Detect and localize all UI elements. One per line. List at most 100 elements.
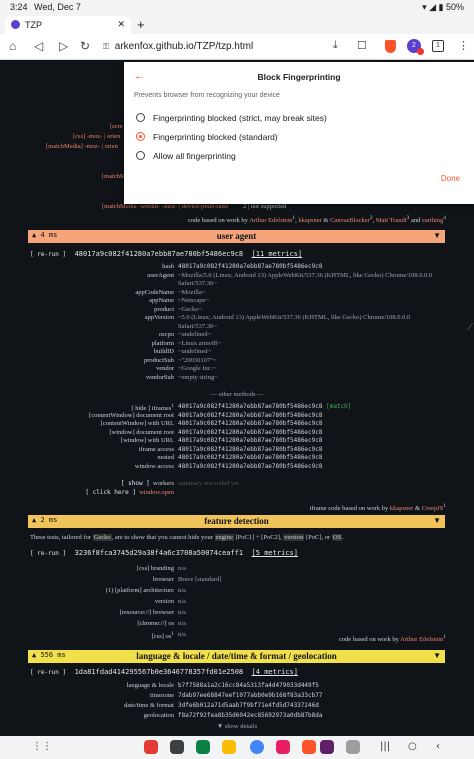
data-row: date/time & format 3dfe6b012a71d5aab7f9bf… bbox=[0, 701, 474, 711]
row-key: hash bbox=[162, 263, 174, 270]
app-icon[interactable] bbox=[144, 740, 158, 754]
section-title: feature detection bbox=[204, 516, 269, 526]
status-time: 3:24 bbox=[10, 2, 28, 12]
address-bar[interactable]: ⚿ arkenfox.github.io/TZP/tzp.html bbox=[103, 38, 283, 56]
data-row: buildID ~undefined~ bbox=[0, 348, 474, 357]
chrome-app-icon[interactable] bbox=[250, 740, 264, 754]
author-link[interactable]: CanvasBlocker bbox=[330, 217, 370, 224]
metrics-link[interactable]: [11 metrics] bbox=[252, 250, 303, 258]
collapse-icon[interactable]: ▼ bbox=[433, 231, 441, 240]
download-icon[interactable]: ⤓ bbox=[333, 39, 338, 52]
author-link[interactable]: earthing bbox=[422, 217, 443, 224]
author-link[interactable]: kkapsner bbox=[390, 505, 413, 512]
section-header-user-agent[interactable]: ▲ 4 ms user agent ▼ bbox=[28, 230, 445, 243]
radio-button[interactable] bbox=[136, 132, 145, 141]
home-icon[interactable]: ⌂ bbox=[9, 39, 16, 53]
status-date: Wed, Dec 7 bbox=[34, 2, 81, 12]
app-icon[interactable] bbox=[346, 740, 360, 754]
row-key: [window] with URL bbox=[120, 437, 174, 444]
section-header-language[interactable]: ▲ 556 ms language & locale / date/time &… bbox=[28, 650, 445, 663]
row-value: ~Netscape~ bbox=[178, 297, 209, 304]
more-menu-icon[interactable]: ⋮ bbox=[458, 39, 469, 52]
author-link[interactable]: CreepJS bbox=[422, 505, 444, 512]
back-icon[interactable]: ◁ bbox=[34, 39, 43, 53]
ua-other-methods: [ hide ] iframes1 48017a9c082f41280a7ebb8… bbox=[0, 403, 474, 471]
window-open-button[interactable]: [ click here ] bbox=[85, 489, 136, 496]
brave-app-icon[interactable] bbox=[302, 740, 316, 754]
row-key: [css] os1 bbox=[151, 631, 174, 641]
extension-icon[interactable]: 2 bbox=[407, 39, 424, 55]
collapse-icon[interactable]: ▼ bbox=[433, 651, 441, 660]
row-value: 7dab97ee68847eef1077abb0e9b168f83a33cb77 bbox=[178, 692, 323, 699]
row-value: Brave [standard] bbox=[178, 576, 222, 583]
row-key: vendorSub bbox=[145, 373, 174, 381]
fd-intro: These tests, tailored for Gecko, are to … bbox=[30, 534, 344, 541]
app-icon[interactable] bbox=[222, 740, 236, 754]
metrics-link[interactable]: [5 metrics] bbox=[252, 549, 298, 557]
data-row: oscpu ~undefined~ bbox=[0, 331, 474, 340]
row-value: ~"20030107"~ bbox=[178, 356, 217, 364]
slack-app-icon[interactable] bbox=[320, 740, 334, 754]
row-key: [css] branding bbox=[136, 565, 174, 572]
collapse-icon[interactable]: ▼ bbox=[433, 516, 441, 525]
data-row: hash 48017a9c082f41280a7ebb87ae780bf5486e… bbox=[0, 263, 474, 272]
done-button[interactable]: Done bbox=[441, 174, 460, 183]
tzp-favicon-icon bbox=[11, 20, 20, 29]
radio-button[interactable] bbox=[136, 113, 145, 122]
other-methods-label: — other methods — bbox=[210, 391, 264, 398]
extension-badge bbox=[417, 48, 424, 55]
close-tab-icon[interactable]: ✕ bbox=[117, 19, 125, 30]
app-icon[interactable] bbox=[170, 740, 184, 754]
author-link[interactable]: Arthur Edelstein bbox=[249, 217, 292, 224]
radio-button[interactable] bbox=[136, 151, 145, 160]
scroll-handle[interactable]: ⁄ bbox=[469, 322, 471, 333]
home-circle-icon[interactable]: ○ bbox=[408, 741, 417, 752]
matchmedia-orientation-label: [matchMedia] -moz- | orien bbox=[46, 143, 118, 150]
calendar-app-icon[interactable] bbox=[196, 740, 210, 754]
show-workers-button[interactable]: [ show ] bbox=[121, 480, 150, 487]
author-link[interactable]: Matt Traudt bbox=[376, 217, 407, 224]
back-nav-icon[interactable]: ‹ bbox=[436, 741, 440, 752]
app-drawer-icon[interactable]: ⋮⋮ bbox=[32, 741, 52, 752]
row-key: product bbox=[154, 305, 174, 313]
data-row: [window] document root 48017a9c082f41280a… bbox=[0, 429, 474, 438]
author-link[interactable]: Arthur Edelstein bbox=[400, 636, 443, 643]
fd-summary-line: [ re-run ] 3236f8fca3745d29a38f4a6c3708a… bbox=[30, 549, 298, 557]
metrics-link[interactable]: [4 metrics] bbox=[252, 668, 298, 676]
data-row: browser Brave [standard] bbox=[0, 574, 474, 585]
css-orientation-label: [css] -moz- | orien bbox=[73, 133, 121, 140]
bookmark-icon[interactable]: ☐ bbox=[357, 39, 367, 52]
lang-details: language & locale b7f7588a1a2c16cc84a5313… bbox=[0, 681, 474, 721]
section-header-feature-detection[interactable]: ▲ 2 ms feature detection ▼ bbox=[28, 515, 445, 528]
popup-title: Block Fingerprinting bbox=[257, 72, 341, 82]
row-value: 48017a9c082f41280a7ebb87ae780bf5486ec9c8 bbox=[178, 454, 323, 461]
reload-icon[interactable]: ↻ bbox=[80, 39, 90, 53]
recents-icon[interactable]: ||| bbox=[380, 741, 390, 752]
row-value: f8a72f92fea8b35d6042ec85692973a0db87b8da bbox=[178, 712, 323, 719]
author-link[interactable]: kkapsner bbox=[298, 217, 321, 224]
row-value: ~Gecko~ bbox=[178, 305, 202, 313]
new-tab-button[interactable]: + bbox=[137, 17, 145, 32]
app-icon[interactable] bbox=[276, 740, 290, 754]
row-key: [contentWindow] with URL bbox=[100, 420, 174, 427]
row-value: 48017a9c082f41280a7ebb87ae780bf5486ec9c8… bbox=[178, 403, 352, 410]
rerun-button[interactable]: [ re-run ] bbox=[30, 669, 66, 676]
site-info-icon[interactable]: ⚿ bbox=[103, 38, 112, 56]
data-row: [chrome://] os n/a bbox=[0, 618, 474, 629]
show-details-link[interactable]: ▼ show details bbox=[0, 723, 474, 730]
tab-switcher-button[interactable]: 1 bbox=[432, 40, 444, 52]
rerun-button[interactable]: [ re-run ] bbox=[30, 251, 66, 258]
row-key: buildID bbox=[153, 348, 174, 355]
row-value: 48017a9c082f41280a7ebb87ae780bf5486ec9c8 bbox=[178, 428, 323, 436]
workers-value: summary not coded yet bbox=[178, 480, 239, 487]
brave-shields-icon[interactable] bbox=[385, 40, 396, 53]
data-row: [ hide ] iframes1 48017a9c082f41280a7ebb8… bbox=[0, 403, 474, 412]
row-value: n/a bbox=[178, 609, 186, 616]
rerun-button[interactable]: [ re-run ] bbox=[30, 550, 66, 557]
tab-tzp[interactable]: TZP ✕ bbox=[5, 16, 131, 34]
row-value: n/a bbox=[178, 620, 186, 627]
forward-icon[interactable]: ▷ bbox=[59, 39, 68, 53]
row-value: ~Mozilla/5.0 (Linux; Android 13) AppleWe… bbox=[178, 271, 433, 279]
row-key: [resource://] browser bbox=[119, 609, 174, 616]
row-value: Safari/537.36~ bbox=[178, 322, 217, 330]
